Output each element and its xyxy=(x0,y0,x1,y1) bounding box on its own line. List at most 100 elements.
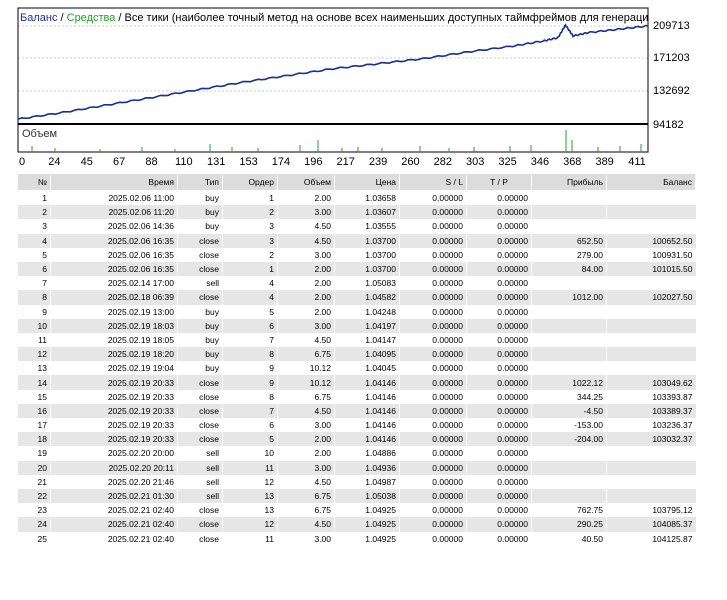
cell-number: 23 xyxy=(17,503,51,518)
cell-price: 1.03658 xyxy=(334,190,400,206)
cell-sl: 0.00000 xyxy=(399,446,467,461)
col-header-number[interactable]: № xyxy=(17,173,51,191)
table-row[interactable]: 7 2025.02.14 17:00 sell 4 2.00 1.05083 0.00000… xyxy=(17,276,696,291)
cell-profit xyxy=(531,304,607,319)
col-header-sl[interactable]: S / L xyxy=(399,173,467,191)
table-row[interactable]: 24 2025.02.21 02:40 close 12 4.50 1.04925 0.00… xyxy=(17,517,696,532)
table-row[interactable]: 6 2025.02.06 16:35 close 1 2.00 1.03700 0.0000… xyxy=(17,261,696,277)
table-row[interactable]: 5 2025.02.06 16:35 close 2 3.00 1.03700 0.0000… xyxy=(17,247,696,262)
cell-profit xyxy=(531,276,607,291)
table-row[interactable]: 20 2025.02.20 20:11 sell 11 3.00 1.04936 0.000… xyxy=(17,460,696,475)
cell-type: sell xyxy=(177,488,223,504)
cell-time: 2025.02.06 16:35 xyxy=(50,233,178,248)
table-row[interactable]: 23 2025.02.21 02:40 close 13 6.75 1.04925 0.00… xyxy=(17,503,696,518)
cell-tp: 0.00000 xyxy=(466,432,532,447)
table-row[interactable]: 22 2025.02.21 01:30 sell 13 6.75 1.05038 0.000… xyxy=(17,488,696,504)
table-row[interactable]: 10 2025.02.19 18:03 buy 6 3.00 1.04197 0.00000… xyxy=(17,318,696,333)
cell-number: 14 xyxy=(17,375,51,390)
col-header-profit[interactable]: Прибыль xyxy=(531,173,607,191)
table-row[interactable]: 16 2025.02.19 20:33 close 7 4.50 1.04146 0.000… xyxy=(17,403,696,418)
table-row[interactable]: 12 2025.02.19 18:20 buy 8 6.75 1.04095 0.00000… xyxy=(17,347,696,362)
col-header-price[interactable]: Цена xyxy=(334,173,400,191)
table-row[interactable]: 8 2025.02.18 06:39 close 4 2.00 1.04582 0.0000… xyxy=(17,290,696,305)
col-header-type[interactable]: Тип xyxy=(177,173,223,191)
cell-tp: 0.00000 xyxy=(466,290,532,305)
cell-order: 6 xyxy=(222,318,278,333)
x-tick-label: 88 xyxy=(145,156,158,168)
x-tick-label: 260 xyxy=(401,156,420,168)
cell-price: 1.04147 xyxy=(334,332,400,348)
cell-order: 13 xyxy=(222,488,278,504)
cell-tp: 0.00000 xyxy=(466,219,532,234)
cell-volume: 2.00 xyxy=(277,190,335,206)
cell-sl: 0.00000 xyxy=(399,347,467,362)
table-row[interactable]: 9 2025.02.19 13:00 buy 5 2.00 1.04248 0.00000 0… xyxy=(17,304,696,319)
cell-time: 2025.02.21 02:40 xyxy=(50,531,178,546)
cell-type: sell xyxy=(177,276,223,291)
table-row[interactable]: 25 2025.02.21 02:40 close 11 3.00 1.04925 0.00… xyxy=(17,531,696,546)
col-header-tp[interactable]: T / P xyxy=(466,173,532,191)
cell-number: 7 xyxy=(17,276,51,291)
cell-balance xyxy=(606,190,696,206)
cell-number: 6 xyxy=(17,261,51,277)
cell-profit: 344.25 xyxy=(531,389,607,404)
cell-order: 13 xyxy=(222,503,278,518)
cell-time: 2025.02.06 11:20 xyxy=(50,205,178,220)
cell-time: 2025.02.19 18:05 xyxy=(50,332,178,348)
cell-tp: 0.00000 xyxy=(466,517,532,532)
table-row[interactable]: 3 2025.02.06 14:36 buy 3 4.50 1.03555 0.00000 0… xyxy=(17,219,696,234)
cell-price: 1.04146 xyxy=(334,403,400,418)
table-row[interactable]: 11 2025.02.19 18:05 buy 7 4.50 1.04147 0.00000… xyxy=(17,332,696,348)
table-row[interactable]: 4 2025.02.06 16:35 close 3 4.50 1.03700 0.0000… xyxy=(17,233,696,248)
cell-volume: 3.00 xyxy=(277,531,335,546)
y-tick-label: 209713 xyxy=(653,20,690,32)
table-row[interactable]: 2 2025.02.06 11:20 buy 2 3.00 1.03607 0.00000 0… xyxy=(17,205,696,220)
x-tick-label: 67 xyxy=(112,156,126,168)
table-row[interactable]: 21 2025.02.20 21:46 sell 12 4.50 1.04987 0.000… xyxy=(17,474,696,489)
cell-time: 2025.02.21 02:40 xyxy=(50,503,178,518)
cell-volume: 4.50 xyxy=(277,403,335,418)
cell-balance: 103389.37 xyxy=(606,403,696,418)
cell-sl: 0.00000 xyxy=(399,418,467,433)
table-row[interactable]: 18 2025.02.19 20:33 close 5 2.00 1.04146 0.000… xyxy=(17,432,696,447)
cell-profit: 1022.12 xyxy=(531,375,607,390)
table-row[interactable]: 19 2025.02.20 20:00 sell 10 2.00 1.04886 0.000… xyxy=(17,446,696,461)
cell-number: 1 xyxy=(17,190,51,206)
cell-balance xyxy=(606,318,696,333)
col-header-volume[interactable]: Объем xyxy=(277,173,335,191)
cell-sl: 0.00000 xyxy=(399,503,467,518)
cell-sl: 0.00000 xyxy=(399,190,467,206)
col-header-order[interactable]: Ордер xyxy=(222,173,278,191)
legend-equity: Средства xyxy=(66,12,116,24)
table-row[interactable]: 17 2025.02.19 20:33 close 6 3.00 1.04146 0.000… xyxy=(17,418,696,433)
cell-number: 2 xyxy=(17,205,51,220)
cell-sl: 0.00000 xyxy=(399,332,467,348)
cell-balance: 100652.50 xyxy=(606,233,696,248)
cell-balance: 101015.50 xyxy=(606,261,696,277)
col-header-time[interactable]: Время xyxy=(50,173,178,191)
cell-number: 20 xyxy=(17,460,51,475)
cell-volume: 2.00 xyxy=(277,446,335,461)
cell-tp: 0.00000 xyxy=(466,488,532,504)
col-header-balance[interactable]: Баланс xyxy=(606,173,696,191)
cell-type: sell xyxy=(177,460,223,475)
cell-price: 1.04936 xyxy=(334,460,400,475)
table-row[interactable]: 13 2025.02.19 19:04 buy 9 10.12 1.04045 0.0000… xyxy=(17,361,696,376)
cell-balance: 100931.50 xyxy=(606,247,696,262)
cell-time: 2025.02.19 20:33 xyxy=(50,432,178,447)
cell-tp: 0.00000 xyxy=(466,247,532,262)
cell-number: 12 xyxy=(17,347,51,362)
table-row[interactable]: 1 2025.02.06 11:00 buy 1 2.00 1.03658 0.00000 0… xyxy=(17,190,696,206)
cell-price: 1.04925 xyxy=(334,503,400,518)
cell-sl: 0.00000 xyxy=(399,318,467,333)
cell-order: 5 xyxy=(222,304,278,319)
x-tick-label: 368 xyxy=(563,156,582,168)
cell-balance: 103049.62 xyxy=(606,375,696,390)
cell-profit xyxy=(531,474,607,489)
cell-sl: 0.00000 xyxy=(399,375,467,390)
cell-price: 1.04886 xyxy=(334,446,400,461)
cell-volume: 4.50 xyxy=(277,233,335,248)
cell-tp: 0.00000 xyxy=(466,403,532,418)
table-row[interactable]: 15 2025.02.19 20:33 close 8 6.75 1.04146 0.000… xyxy=(17,389,696,404)
table-row[interactable]: 14 2025.02.19 20:33 close 9 10.12 1.04146 0.00… xyxy=(17,375,696,390)
